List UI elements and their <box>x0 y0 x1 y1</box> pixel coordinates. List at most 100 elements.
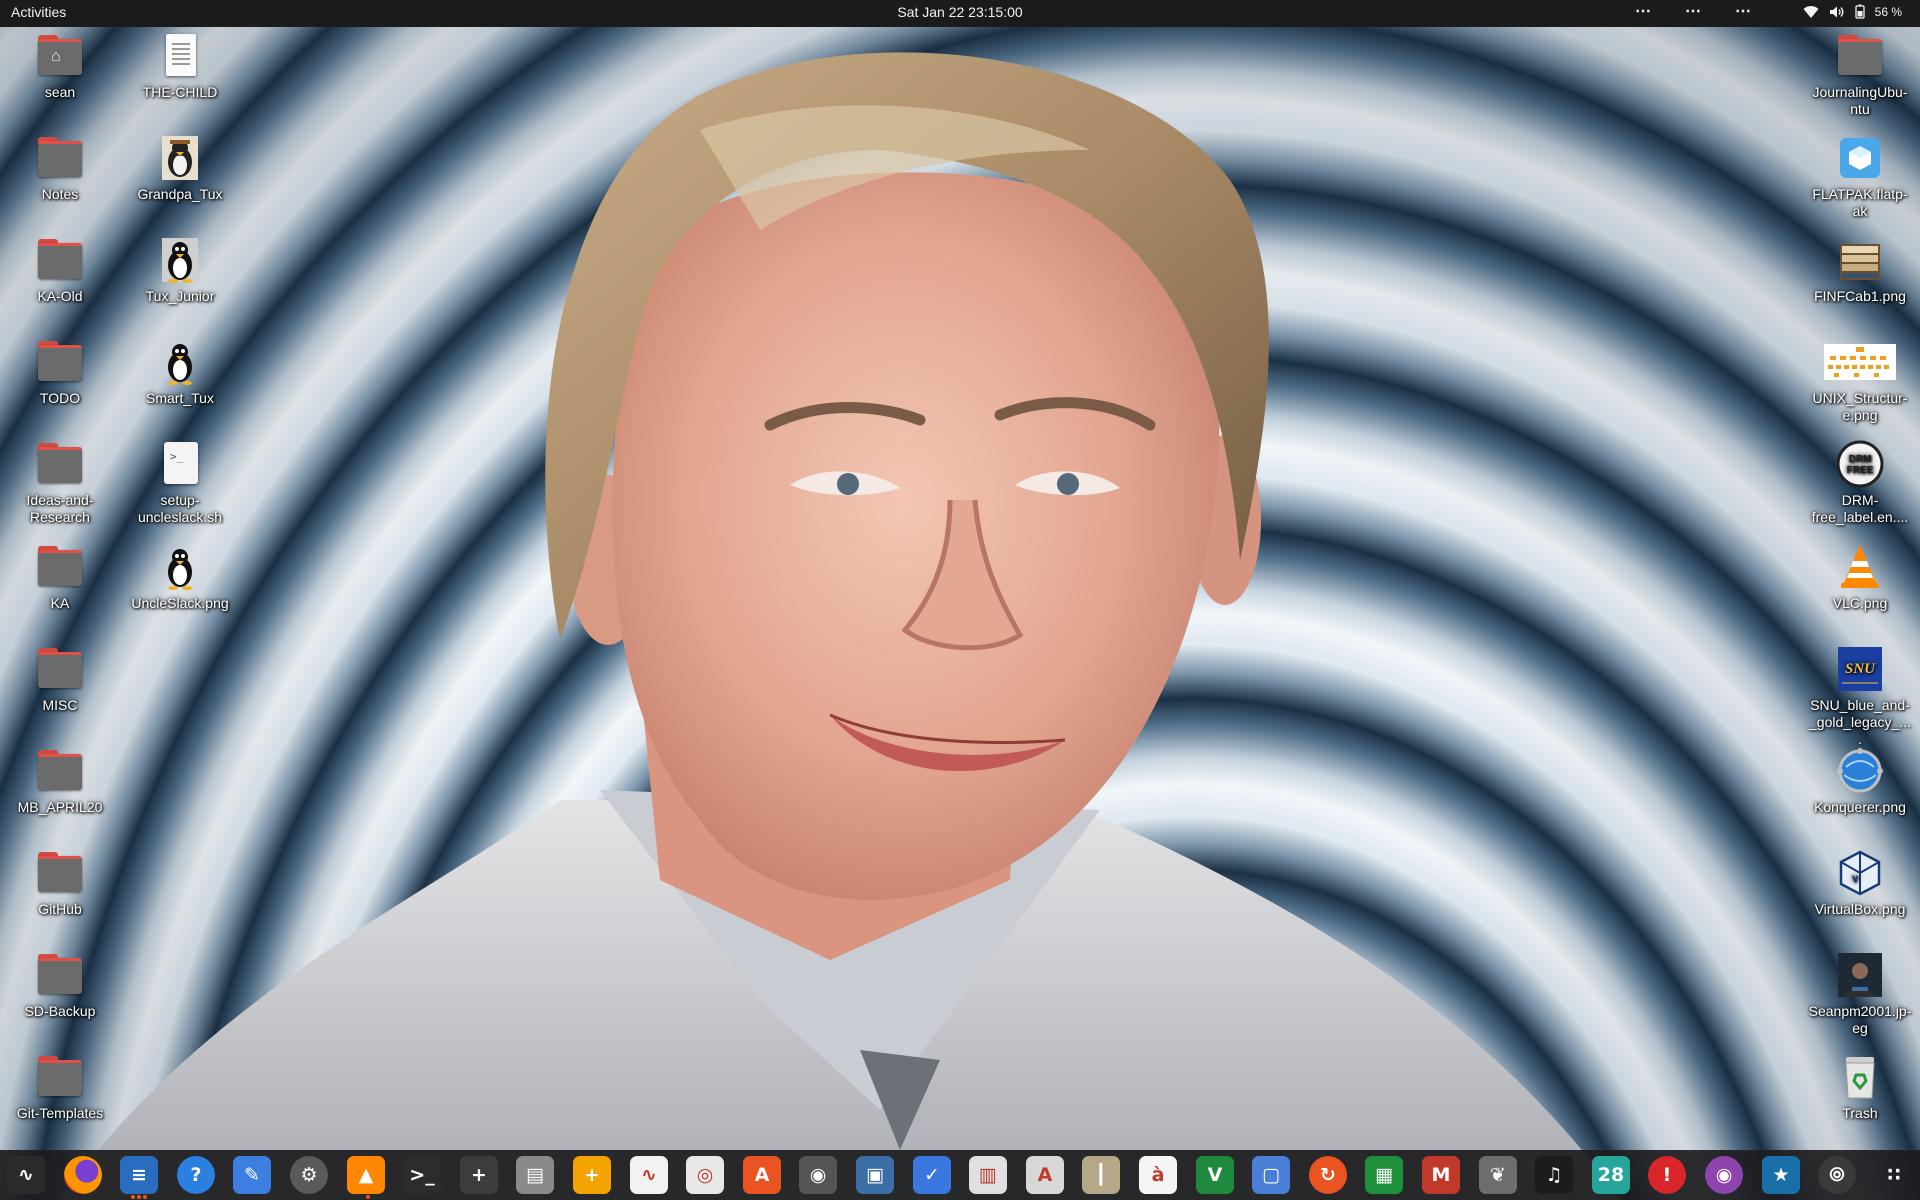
character-map-glyph: à <box>1151 1164 1165 1186</box>
files-glyph: ▤ <box>526 1164 544 1186</box>
task-checklist-glyph: ✓ <box>924 1164 940 1186</box>
desktop-item-sd-backup[interactable]: SD-Backup <box>8 951 112 1020</box>
remote-desktop-glyph: ▣ <box>866 1164 884 1186</box>
folder-icon <box>36 543 84 591</box>
konqueror-globe-image-icon <box>1836 747 1884 795</box>
character-map-icon[interactable]: à <box>1139 1156 1177 1194</box>
calendar-icon[interactable]: 28 <box>1592 1156 1630 1194</box>
desktop-wallpaper <box>0 0 1920 1200</box>
wifi-icon <box>1803 5 1819 19</box>
desktop-item-virtualbox-png[interactable]: V VirtualBox.png <box>1808 849 1912 918</box>
system-status-area[interactable]: 56 % <box>1803 4 1902 19</box>
desktop-item-label: Tux_Junior <box>145 288 215 304</box>
desktop-item-github[interactable]: GitHub <box>8 849 112 918</box>
files-icon[interactable]: ▤ <box>516 1156 554 1194</box>
music-player-icon[interactable]: ♫ <box>1535 1156 1573 1194</box>
desktop-item-ka-old[interactable]: KA-Old <box>8 236 112 305</box>
show-apps-icon[interactable]: ∷ <box>1875 1156 1913 1194</box>
desktop-item-sean[interactable]: ⌂ sean <box>8 32 112 101</box>
backup-icon[interactable]: ↻ <box>1309 1156 1347 1194</box>
terminal-icon[interactable]: >_ <box>403 1156 441 1194</box>
spreadsheet-icon[interactable]: ▦ <box>1365 1156 1403 1194</box>
virtualbox-image-icon: V <box>1836 849 1884 897</box>
battery-icon <box>1854 4 1865 19</box>
spreadsheet-glyph: ▦ <box>1375 1164 1393 1186</box>
date-time-clock[interactable]: Sat Jan 22 23:15:00 <box>897 4 1022 20</box>
update-notifier-icon[interactable]: ! <box>1648 1156 1686 1194</box>
folder-icon <box>36 236 84 284</box>
desktop-item-mb-april20[interactable]: MB_APRIL20 <box>8 747 112 816</box>
desktop-item-snu-blue-and-gold[interactable]: SNU SNU_blue_and-_gold_legacy_.... <box>1808 645 1912 748</box>
activities-button[interactable]: Activities <box>11 4 66 20</box>
desktop-item-ka[interactable]: KA <box>8 543 112 612</box>
folder-icon <box>36 951 84 999</box>
vim-icon[interactable]: V <box>1196 1156 1234 1194</box>
text-document-icon <box>156 32 204 80</box>
desktop-item-label: VirtualBox.png <box>1814 901 1906 917</box>
desktop-item-unix-structure[interactable]: UNIX_Structur-e.png <box>1808 338 1912 424</box>
photo-image-icon <box>1836 951 1884 999</box>
gnuplot-graph-icon[interactable]: ∿ <box>630 1156 668 1194</box>
desktop-item-label: Konquerer.png <box>1814 799 1906 815</box>
screenshot-icon[interactable]: ▢ <box>1252 1156 1290 1194</box>
desktop-item-ideas-and-research[interactable]: Ideas-and-Research <box>8 440 112 526</box>
desktop-item-todo[interactable]: TODO <box>8 338 112 407</box>
desktop-item-label: UNIX_Structur-e.png <box>1812 390 1908 423</box>
desktop-item-konquerer-png[interactable]: Konquerer.png <box>1808 747 1912 816</box>
network-tool-icon[interactable]: ★ <box>1762 1156 1800 1194</box>
text-editor-icon[interactable]: ✎ <box>233 1156 271 1194</box>
desktop-item-finfcab1[interactable]: FINFCab1.png <box>1808 236 1912 305</box>
task-checklist-icon[interactable]: ✓ <box>913 1156 951 1194</box>
mario-game-icon[interactable]: M <box>1422 1156 1460 1194</box>
vlc-icon[interactable]: ▲ <box>347 1156 385 1199</box>
calculator-icon[interactable]: + <box>460 1156 498 1194</box>
network-tool-glyph: ★ <box>1772 1164 1790 1186</box>
image-viewer-icon[interactable]: ◎ <box>686 1156 724 1194</box>
desktop-item-flatpak[interactable]: FLATPAK.flatp-ak <box>1808 134 1912 220</box>
indicator-menu-3[interactable]: ⋯ <box>1735 1 1752 21</box>
snu-logo-image-icon: SNU <box>1836 645 1884 693</box>
desktop-item-uncleslack-png[interactable]: UncleSlack.png <box>128 543 232 612</box>
desktop-item-tux-junior[interactable]: Tux_Junior <box>128 236 232 305</box>
desktop-item-label: Trash <box>1842 1105 1878 1121</box>
disc-burner-icon[interactable]: ◉ <box>799 1156 837 1194</box>
desktop-item-grandpa-tux[interactable]: Grandpa_Tux <box>128 134 232 203</box>
folder-icon <box>36 440 84 488</box>
desktop-item-journalingubuntu[interactable]: JournalingUbu-ntu <box>1808 32 1912 118</box>
firefox-icon[interactable] <box>64 1156 102 1194</box>
flatpak-package-icon <box>1836 134 1884 182</box>
spreadsheet-calc-icon[interactable]: + <box>573 1156 611 1194</box>
system-monitor-icon[interactable]: ∿ <box>7 1156 45 1194</box>
indicator-menu-1[interactable]: ⋯ <box>1635 1 1652 21</box>
svg-text:SNU: SNU <box>1845 661 1876 677</box>
software-center-icon[interactable]: A <box>743 1156 781 1194</box>
desktop-item-label: MB_APRIL20 <box>17 799 103 815</box>
ubuntu-settings-icon[interactable]: ⦾ <box>1818 1156 1856 1194</box>
calculator-glyph: + <box>471 1164 487 1186</box>
remote-desktop-icon[interactable]: ▣ <box>856 1156 894 1194</box>
libreoffice-writer-icon[interactable]: ≡ <box>120 1156 158 1199</box>
document-scanner-icon[interactable]: ▥ <box>969 1156 1007 1194</box>
archive-manager-glyph: ┃ <box>1095 1164 1107 1186</box>
gimp-icon[interactable]: ❦ <box>1479 1156 1517 1194</box>
desktop-item-git-templates[interactable]: Git-Templates <box>8 1053 112 1122</box>
desktop-item-label: setup-uncleslack.sh <box>137 492 223 525</box>
desktop-item-the-child[interactable]: THE-CHILD <box>128 32 232 101</box>
desktop-item-misc[interactable]: MISC <box>8 645 112 714</box>
desktop-item-notes[interactable]: Notes <box>8 134 112 203</box>
desktop-item-setup-uncleslack-sh[interactable]: >_ setup-uncleslack.sh <box>128 440 232 526</box>
font-viewer-glyph: A <box>1037 1164 1053 1186</box>
desktop-item-smart-tux[interactable]: Smart_Tux <box>128 338 232 407</box>
font-viewer-icon[interactable]: A <box>1026 1156 1064 1194</box>
ubuntu-settings-glyph: ⦾ <box>1829 1164 1845 1186</box>
help-icon[interactable]: ? <box>177 1156 215 1194</box>
webcam-icon[interactable]: ◉ <box>1705 1156 1743 1194</box>
desktop-item-drm-free-label[interactable]: DRM FREE DRM-free_label.en.... <box>1808 440 1912 526</box>
desktop-item-vlc-png[interactable]: VLC.png <box>1808 543 1912 612</box>
desktop-item-seanpm2001-jpeg[interactable]: Seanpm2001.jp-eg <box>1808 951 1912 1037</box>
indicator-menu-2[interactable]: ⋯ <box>1685 1 1702 21</box>
desktop-item-trash[interactable]: Trash <box>1808 1053 1912 1122</box>
folder-icon <box>36 1053 84 1101</box>
settings-icon[interactable]: ⚙ <box>290 1156 328 1194</box>
archive-manager-icon[interactable]: ┃ <box>1082 1156 1120 1194</box>
